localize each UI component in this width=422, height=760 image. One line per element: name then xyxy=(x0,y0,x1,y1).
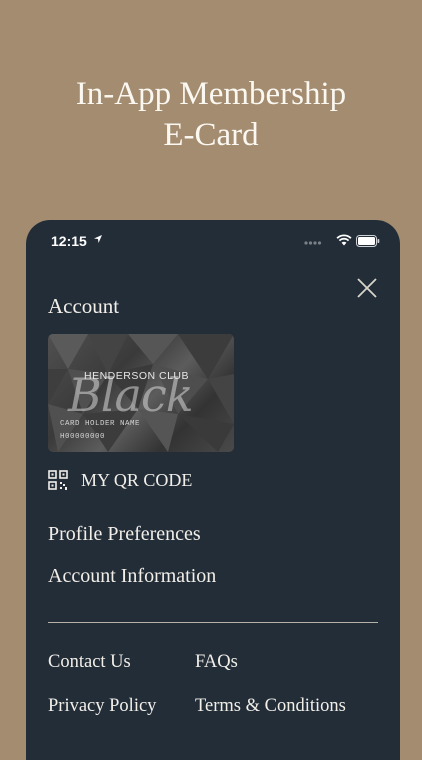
headline-line-2: E-Card xyxy=(163,117,259,153)
status-time: 12:15 xyxy=(51,233,87,249)
battery-icon xyxy=(356,235,380,247)
promo-headline: In-App Membership E-Card xyxy=(0,74,422,156)
menu-item-profile-preferences[interactable]: Profile Preferences xyxy=(48,523,201,546)
close-icon[interactable] xyxy=(355,276,379,300)
membership-card[interactable]: Black HENDERSON CLUB CARD HOLDER NAME H0… xyxy=(48,334,234,452)
terms-conditions-link[interactable]: Terms & Conditions xyxy=(195,696,346,717)
location-arrow-icon xyxy=(94,235,102,243)
card-holder-label: CARD HOLDER NAME xyxy=(60,420,141,428)
status-bar: 12:15 xyxy=(26,220,400,264)
card-club-name: HENDERSON CLUB xyxy=(84,370,190,382)
card-member-number: H00000000 xyxy=(60,433,106,441)
qr-code-icon xyxy=(48,470,68,490)
menu-divider xyxy=(48,622,378,623)
wifi-icon xyxy=(336,234,352,246)
phone-screen: 12:15 Account Black HENDERSON CLUB CARD … xyxy=(26,220,400,760)
contact-us-link[interactable]: Contact Us xyxy=(48,652,131,673)
my-qr-code-label: MY QR CODE xyxy=(81,470,193,490)
faqs-link[interactable]: FAQs xyxy=(195,652,238,673)
account-section-title: Account xyxy=(48,294,120,318)
menu-item-account-information[interactable]: Account Information xyxy=(48,565,216,588)
privacy-policy-link[interactable]: Privacy Policy xyxy=(48,696,156,717)
signal-icon xyxy=(304,241,322,245)
headline-line-1: In-App Membership xyxy=(75,76,347,112)
